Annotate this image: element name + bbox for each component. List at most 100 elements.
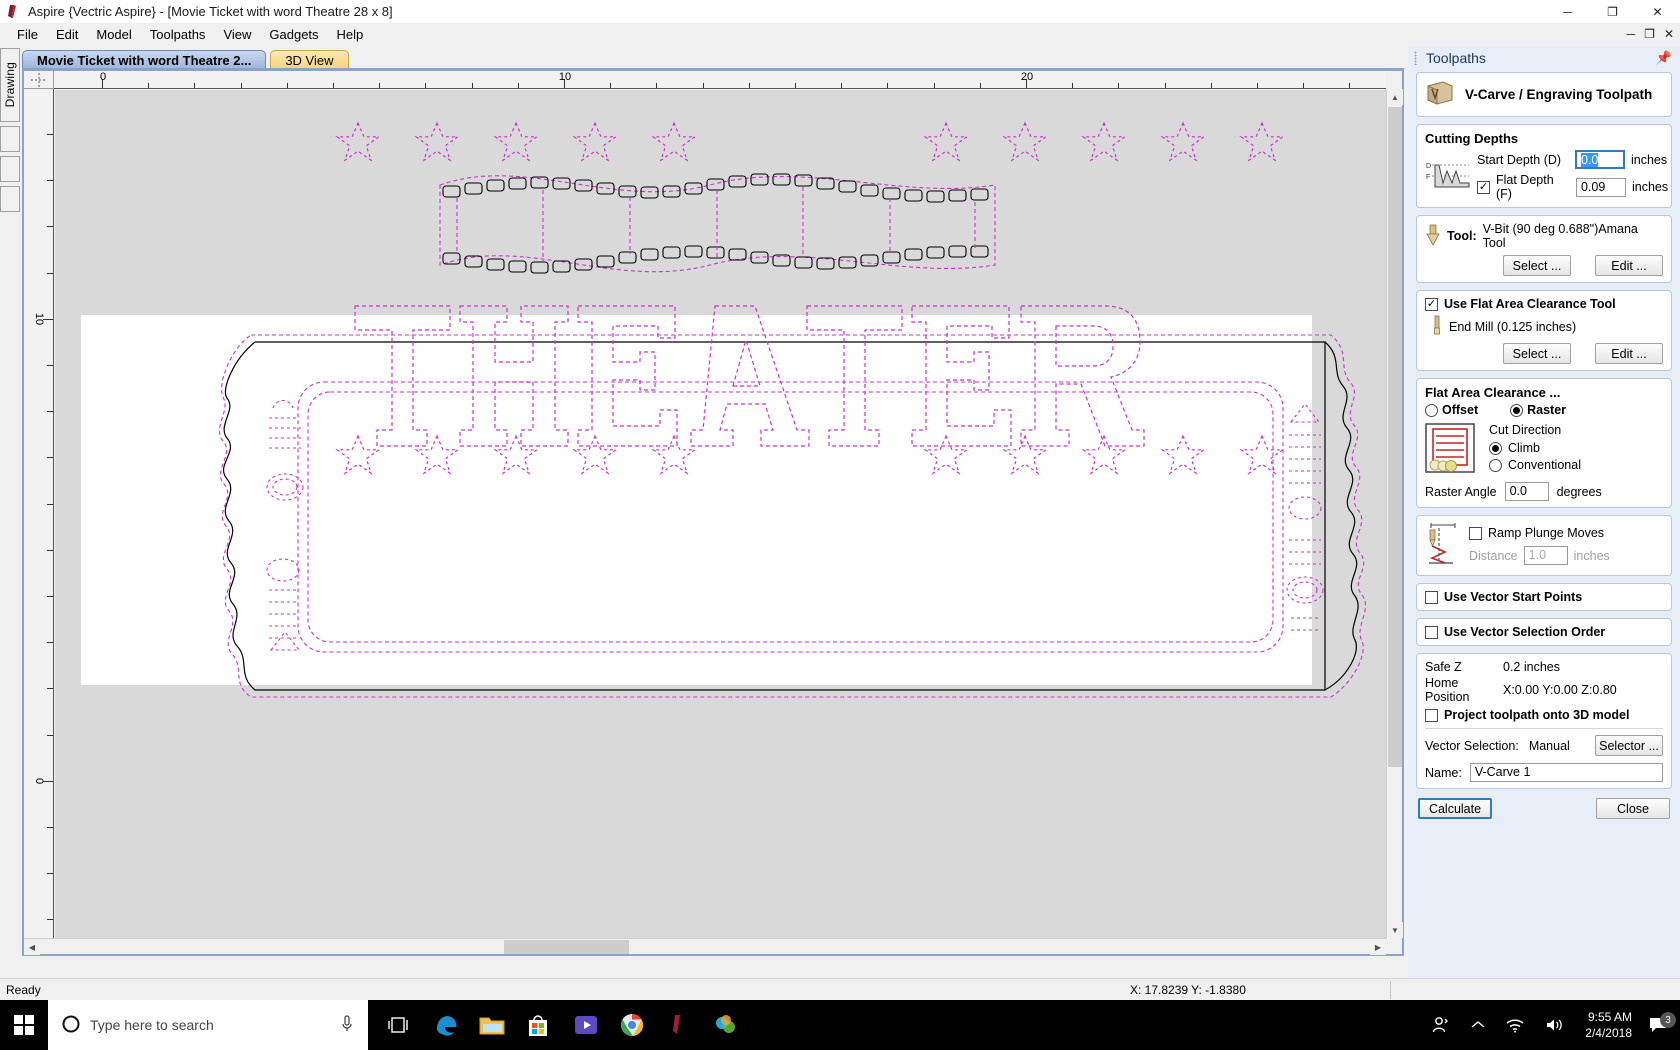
panel-grip-icon[interactable] — [1414, 51, 1417, 65]
calculate-button[interactable]: Calculate — [1418, 798, 1492, 819]
task-view-icon[interactable] — [374, 1000, 426, 1050]
aspire-icon[interactable] — [652, 1000, 704, 1050]
selector-button[interactable]: Selector ... — [1595, 735, 1663, 756]
project-toolpath-checkbox[interactable] — [1425, 708, 1438, 722]
horizontal-ruler[interactable]: 0 10 20 — [54, 71, 1386, 89]
ramp-distance-input[interactable]: 1.0 — [1523, 546, 1568, 565]
climb-radio[interactable] — [1489, 441, 1502, 455]
pin-icon[interactable]: 📌 — [1656, 50, 1672, 66]
tool-edit-button[interactable]: Edit ... — [1595, 255, 1663, 276]
chrome-icon[interactable] — [606, 1000, 658, 1050]
flat-area-select-button[interactable]: Select ... — [1503, 343, 1571, 364]
toolpaths-panel: Toolpaths 📌 V-Carve / Engraving Toolpath… — [1408, 46, 1680, 978]
mdi-minimize-button[interactable]: ─ — [1625, 27, 1638, 41]
sidebar-item-2[interactable] — [0, 126, 20, 152]
drawing-canvas[interactable] — [55, 90, 1386, 938]
photos-icon[interactable] — [700, 1000, 752, 1050]
notification-count-badge: 3 — [1660, 1012, 1676, 1028]
microsoft-store-icon[interactable] — [512, 1000, 564, 1050]
ruler-origin-marker[interactable] — [24, 71, 54, 89]
tool-value: V-Bit (90 deg 0.688")Amana Tool — [1482, 222, 1638, 250]
search-box[interactable]: Type here to search — [48, 1000, 368, 1050]
start-depth-units: inches — [1631, 152, 1668, 167]
scroll-right-button[interactable]: ▶ — [1370, 939, 1386, 955]
use-flat-area-clearance-checkbox[interactable]: ✓ — [1425, 297, 1438, 311]
flat-area-edit-button[interactable]: Edit ... — [1595, 343, 1663, 364]
menu-file[interactable]: File — [8, 25, 47, 44]
mdi-restore-button[interactable]: ❐ — [1642, 27, 1657, 41]
flat-depth-checkbox[interactable]: ✓ — [1477, 180, 1490, 194]
ruler-tick — [887, 83, 889, 88]
toolpaths-panel-header: Toolpaths 📌 — [1408, 46, 1680, 70]
sidebar-item-3[interactable] — [0, 156, 20, 182]
window-close-button[interactable]: ✕ — [1635, 0, 1680, 23]
clock[interactable]: 9:55 AM 2/4/2018 — [1575, 1009, 1642, 1041]
people-icon[interactable] — [1421, 1015, 1461, 1035]
ruler-tick — [379, 83, 381, 88]
edge-icon[interactable] — [420, 1000, 472, 1050]
horizontal-scroll-thumb[interactable] — [504, 940, 629, 954]
end-mill-value: End Mill (0.125 inches) — [1449, 319, 1577, 334]
menu-gadgets[interactable]: Gadgets — [260, 25, 327, 44]
tool-select-button[interactable]: Select ... — [1503, 255, 1571, 276]
raster-radio[interactable] — [1510, 403, 1524, 417]
status-divider — [1390, 981, 1391, 999]
file-explorer-icon[interactable] — [466, 1000, 518, 1050]
vertical-ruler[interactable]: 10 0 — [24, 89, 54, 938]
scroll-up-button[interactable]: ▲ — [1387, 89, 1403, 105]
svg-text:F: F — [1426, 174, 1430, 181]
menu-model[interactable]: Model — [87, 25, 140, 44]
menu-view[interactable]: View — [214, 25, 260, 44]
ruler-tick — [610, 83, 612, 88]
show-hidden-icons-chevron[interactable] — [1461, 1020, 1495, 1030]
ramp-plunge-checkbox[interactable] — [1469, 526, 1482, 540]
wifi-icon[interactable] — [1495, 1017, 1535, 1033]
search-input[interactable]: Type here to search — [90, 1017, 214, 1033]
stars-bottom — [336, 435, 1284, 474]
media-player-icon[interactable] — [560, 1000, 612, 1050]
menu-toolpaths[interactable]: Toolpaths — [141, 25, 215, 44]
horizontal-scrollbar[interactable]: ◀ ▶ — [24, 938, 1386, 955]
tab-movie-ticket[interactable]: Movie Ticket with word Theatre 2... — [22, 50, 267, 70]
windows-start-icon[interactable] — [0, 1000, 48, 1050]
window-maximize-button[interactable]: ❐ — [1590, 0, 1635, 23]
start-depth-input[interactable]: 0.0 — [1575, 150, 1625, 169]
conventional-label: Conventional — [1508, 458, 1581, 472]
menu-help[interactable]: Help — [328, 25, 373, 44]
flat-depth-input[interactable]: 0.09 — [1576, 177, 1626, 197]
scroll-left-button[interactable]: ◀ — [24, 939, 40, 955]
microphone-icon[interactable] — [340, 1014, 354, 1036]
use-vector-start-points-checkbox[interactable] — [1425, 590, 1438, 604]
ruler-label: 0 — [99, 71, 107, 83]
cut-direction-label: Cut Direction — [1489, 423, 1562, 437]
sidebar-item-drawing[interactable]: Drawing — [0, 48, 20, 122]
ruler-tick — [702, 83, 704, 88]
speaker-icon[interactable] — [1535, 1017, 1575, 1033]
window-minimize-button[interactable]: ─ — [1545, 0, 1590, 23]
mdi-close-button[interactable]: ✕ — [1662, 27, 1676, 41]
conventional-radio[interactable] — [1489, 458, 1502, 472]
menu-edit[interactable]: Edit — [47, 25, 87, 44]
vertical-scrollbar[interactable]: ▲ ▼ — [1386, 89, 1403, 938]
home-position-label: Home Position — [1425, 676, 1470, 704]
action-center-icon[interactable]: 3 — [1642, 1012, 1680, 1034]
theater-text — [354, 305, 1145, 447]
raster-angle-input[interactable]: 0.0 — [1504, 482, 1549, 501]
ruler-tick — [795, 83, 796, 88]
raster-angle-units: degrees — [1556, 484, 1602, 499]
sidebar-item-4[interactable] — [0, 186, 20, 212]
scroll-down-button[interactable]: ▼ — [1387, 922, 1403, 938]
ruler-tick — [517, 83, 519, 88]
stars-top — [336, 122, 1284, 161]
tab-3d-view[interactable]: 3D View — [270, 50, 349, 70]
ruler-tick — [979, 83, 981, 88]
ruler-tick — [194, 83, 196, 88]
vertical-scroll-thumb[interactable] — [1388, 107, 1402, 767]
use-flat-area-clearance-label: Use Flat Area Clearance Tool — [1444, 297, 1616, 311]
use-vector-selection-order-checkbox[interactable] — [1425, 625, 1438, 639]
close-button[interactable]: Close — [1596, 798, 1670, 819]
cortana-circle-icon — [62, 1015, 80, 1036]
toolpath-name-input[interactable]: V-Carve 1 — [1469, 763, 1663, 782]
offset-radio[interactable] — [1425, 403, 1438, 417]
ruler-tick — [47, 411, 53, 413]
